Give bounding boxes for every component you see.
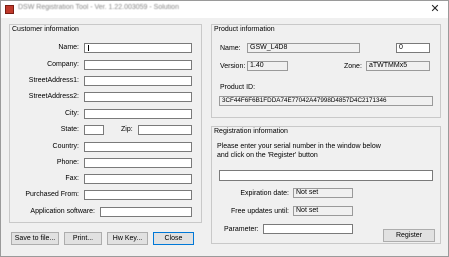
close-button[interactable]: Close — [153, 232, 194, 245]
purchased-from-label: Purchased From: — [25, 191, 79, 198]
version-field: 1.40 — [247, 61, 288, 71]
city-input[interactable] — [84, 109, 192, 119]
title-bar: DSW Registration Tool - Ver. 1.22.003059… — [1, 1, 448, 18]
register-button[interactable]: Register — [383, 229, 435, 242]
product-count-field[interactable]: 0 — [396, 43, 430, 53]
expiration-date-label: Expiration date: — [240, 190, 289, 197]
company-label: Company: — [47, 61, 79, 68]
application-software-input[interactable] — [100, 207, 192, 217]
parameter-label: Parameter: — [224, 226, 259, 233]
street-address2-label: StreetAddress2: — [28, 93, 79, 100]
expiration-date-field: Not set — [293, 188, 353, 198]
version-label: Version: — [220, 63, 246, 70]
state-input[interactable] — [84, 125, 104, 135]
window-title: DSW Registration Tool - Ver. 1.22.003059… — [18, 4, 179, 11]
window-close-icon[interactable]: ✕ — [428, 2, 442, 16]
zip-input[interactable] — [138, 125, 192, 135]
product-info-title: Product information — [214, 26, 275, 33]
free-updates-field: Not set — [293, 206, 353, 216]
text-caret — [88, 45, 89, 51]
fax-label: Fax: — [65, 175, 79, 182]
zip-label: Zip: — [121, 126, 133, 133]
hw-key-button[interactable]: Hw Key... — [107, 232, 148, 245]
product-id-label: Product ID: — [220, 84, 256, 91]
country-input[interactable] — [84, 142, 192, 152]
country-label: Country: — [52, 143, 79, 150]
street-address1-input[interactable] — [84, 76, 192, 86]
application-software-label: Application software: — [30, 208, 95, 215]
customer-info-title: Customer information — [12, 26, 79, 33]
phone-input[interactable] — [84, 158, 192, 168]
zone-field: aTWTMMx5 — [366, 61, 430, 71]
purchased-from-input[interactable] — [84, 190, 192, 200]
phone-label: Phone: — [56, 159, 79, 166]
state-label: State: — [60, 126, 79, 133]
fax-input[interactable] — [84, 174, 192, 184]
name-input[interactable] — [84, 43, 192, 53]
product-name-field: GSW_L4D8 — [247, 43, 360, 53]
product-id-field: 3CF44F6F6B1FDDA74E77042A47998D4857D4C217… — [219, 96, 433, 106]
street-address2-input[interactable] — [84, 92, 192, 102]
company-input[interactable] — [84, 60, 192, 70]
registration-info-title: Registration information — [214, 128, 288, 135]
save-to-file-button[interactable]: Save to file... — [11, 232, 59, 245]
zone-label: Zone: — [344, 63, 362, 70]
registration-instructions-line2: and click on the 'Register' button — [217, 152, 318, 159]
street-address1-label: StreetAddress1: — [28, 77, 79, 84]
parameter-input[interactable] — [263, 224, 353, 234]
city-label: City: — [65, 110, 79, 117]
registration-instructions-line1: Please enter your serial number in the w… — [217, 143, 381, 150]
name-label: Name: — [58, 44, 79, 51]
product-name-label: Name: — [220, 45, 241, 52]
print-button[interactable]: Print... — [64, 232, 102, 245]
serial-number-input[interactable] — [219, 170, 433, 181]
registration-window: DSW Registration Tool - Ver. 1.22.003059… — [0, 0, 449, 257]
app-icon — [5, 5, 14, 14]
free-updates-label: Free updates until: — [231, 208, 289, 215]
